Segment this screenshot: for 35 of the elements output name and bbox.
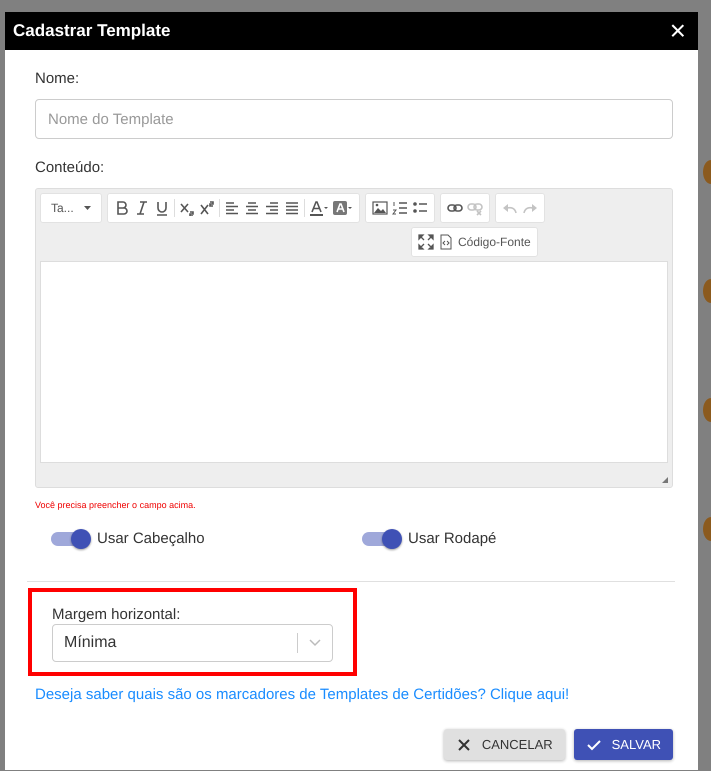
source-code-button[interactable]: Código-Fonte [436,230,533,254]
input-field[interactable]: Nome do Template [35,99,673,139]
toggle-switch[interactable] [362,532,400,546]
text-color-icon [309,200,329,216]
error-message: Você precisa preencher o campo acima. [35,500,196,510]
toggle-label: Usar Rodapé [408,530,496,547]
field-label: Nome: [35,70,80,87]
bold-icon [114,200,130,216]
cancel-button[interactable]: CANCELAR [444,729,565,760]
dialog-title: Cadastrar Template [13,21,170,41]
image-icon [372,200,388,216]
numbered-list-icon [392,200,408,216]
justify-icon [284,200,300,216]
superscript-icon [199,200,215,216]
underline-icon [154,200,170,216]
code-file-icon [438,234,454,250]
caret-icon [84,206,91,210]
bullet-list-icon [412,200,428,216]
align-center-icon [244,200,260,216]
toggle-label: Usar Cabeçalho [97,530,205,547]
toggle-switch[interactable] [51,532,89,546]
align-right-icon [264,200,280,216]
font-dropdown[interactable]: Ta... [45,196,97,220]
close-button[interactable]: × [666,17,690,45]
italic-icon [134,200,150,216]
select-field[interactable]: Mínima [52,624,333,662]
field-label: Conteúdo: [35,159,104,176]
align-left-icon [224,200,240,216]
close-icon [456,736,472,752]
field-label: Margem horizontal: [52,606,180,623]
resize-grip-icon [662,477,668,483]
unlink-icon [467,200,483,216]
highlight-icon [333,200,353,216]
fullscreen-icon [418,234,434,250]
save-button[interactable]: SALVAR [574,729,673,760]
